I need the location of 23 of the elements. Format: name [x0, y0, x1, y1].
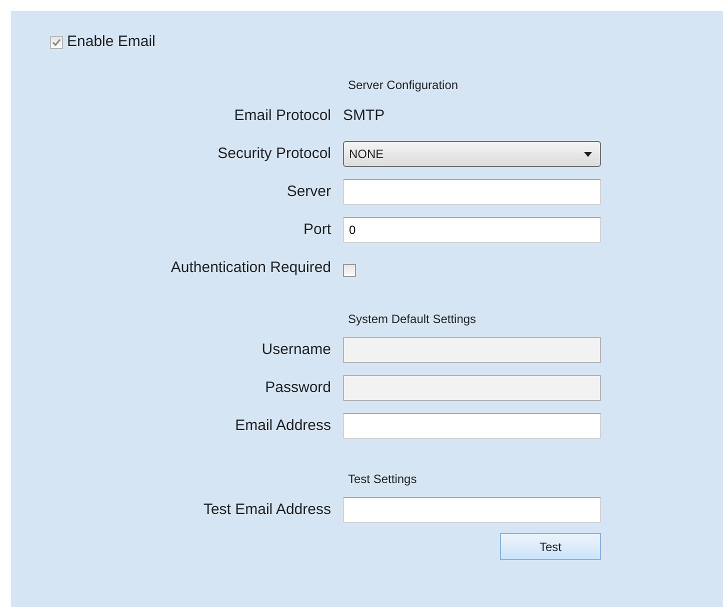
caret-icon	[584, 152, 592, 156]
dropdown[interactable]: NONE	[343, 141, 601, 167]
section-heading: Test Settings	[348, 471, 418, 488]
section-heading: System Default Settings	[348, 311, 478, 328]
input-field[interactable]	[343, 413, 601, 439]
checkbox[interactable]	[50, 36, 63, 48]
field-label: Username	[260, 340, 331, 360]
section-heading: Server Configuration	[348, 77, 460, 94]
checkbox[interactable]	[343, 264, 356, 276]
field-label: Test Email Address	[202, 500, 331, 520]
field-label: Email Address	[234, 416, 331, 436]
field-label: Security Protocol	[216, 144, 331, 164]
field-label: Server	[286, 182, 331, 202]
field-label: Port	[302, 220, 331, 240]
input-field[interactable]: 0	[343, 217, 601, 243]
input-field[interactable]	[343, 497, 601, 523]
field-value: SMTP	[343, 106, 385, 126]
field-label: Email Protocol	[233, 106, 331, 126]
checkbox-label: Enable Email	[67, 32, 156, 52]
field-label: Password	[264, 378, 331, 398]
test-button[interactable]: Test	[500, 533, 601, 560]
input-field[interactable]	[343, 179, 601, 205]
field-label: Authentication Required	[170, 258, 331, 278]
